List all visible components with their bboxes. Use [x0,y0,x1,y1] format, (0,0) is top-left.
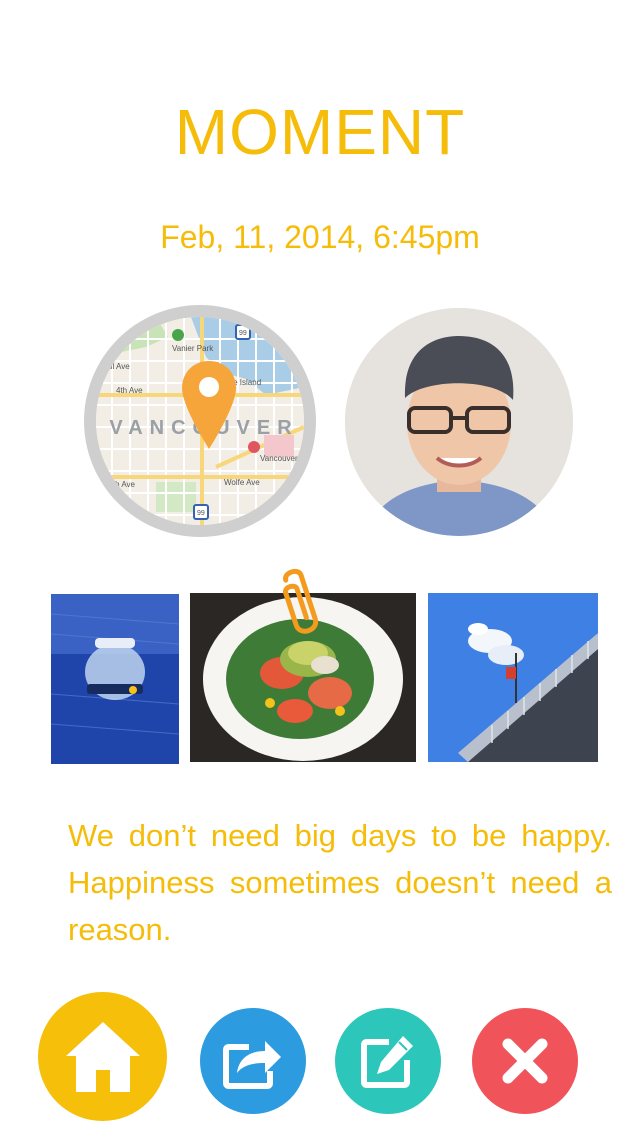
map-label-16th: 16th Ave [104,480,136,489]
moment-quote: We don’t need big days to be happy. Happ… [68,818,612,947]
edit-button[interactable] [335,1008,441,1114]
share-icon [223,1041,281,1089]
close-button[interactable] [472,1008,578,1114]
map-label-99-bottom: 99 [197,510,205,517]
map-label-cornwall: nwall Ave [96,362,130,371]
edit-icon [361,1036,413,1088]
paperclip-icon [283,568,319,634]
moment-date: Feb, 11, 2014, 6:45pm [160,219,480,255]
map-label-99-top: 99 [239,330,247,337]
map-label-4th: 4th Ave [116,386,143,395]
home-icon [65,1021,140,1092]
sky-bridge-image [428,593,598,762]
map-image: Vanier Park Granville Island Vancouver G… [96,317,304,525]
home-button[interactable] [38,992,167,1121]
photo-thumbnail-3[interactable] [428,593,598,762]
share-button[interactable] [200,1008,306,1114]
map-label-wolfe: Wolfe Ave [224,478,260,487]
map-label-park: Vanier Park [172,344,214,353]
page-title: MOMENT [174,96,466,168]
location-pin-icon [182,361,236,449]
avatar[interactable] [345,308,573,536]
photo-thumbnail-1[interactable] [51,594,179,764]
location-map[interactable]: Vanier Park Granville Island Vancouver G… [84,305,316,537]
close-icon [502,1038,548,1084]
map-label-hospital: Vancouver General Hosp [260,454,304,463]
person-photo [345,308,573,536]
fishbowl-image [51,594,179,764]
